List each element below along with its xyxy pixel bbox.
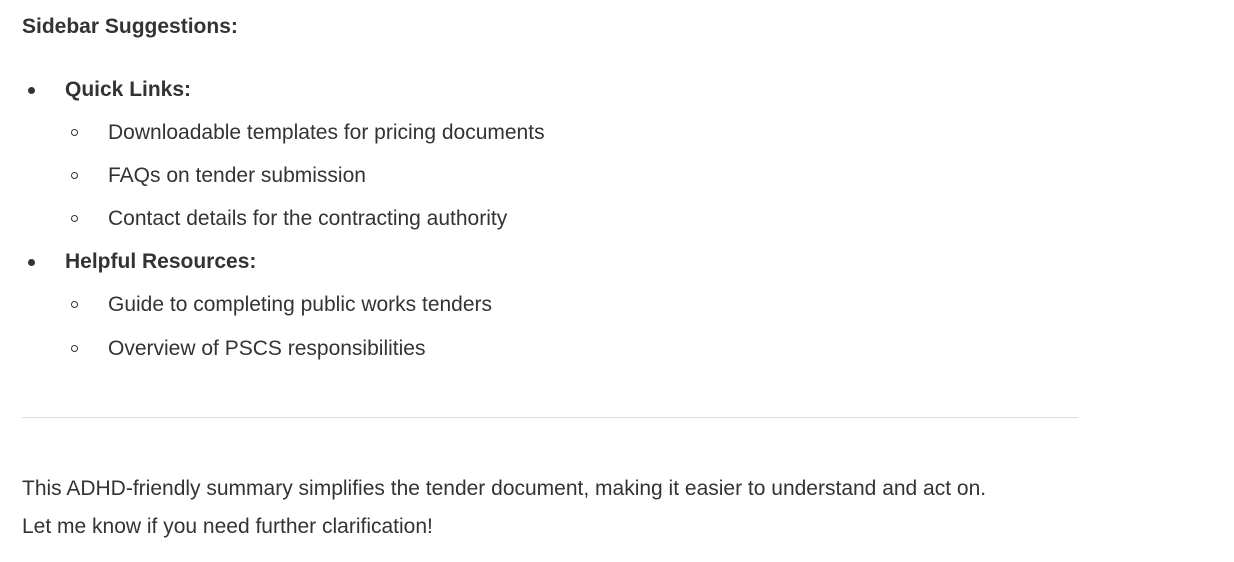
bullet-circle-icon <box>71 345 78 352</box>
bullet-circle-icon <box>71 301 78 308</box>
closing-line: Let me know if you need further clarific… <box>22 515 433 538</box>
list-item-text: Guide to completing public works tenders <box>108 293 493 316</box>
bullet-disc-icon <box>28 87 35 94</box>
closing-line: This ADHD-friendly summary simplifies th… <box>22 477 987 500</box>
bullet-disc-icon <box>28 259 35 266</box>
bullet-circle-icon <box>71 129 78 136</box>
section-label: Quick Links: <box>65 78 192 101</box>
list-item-text: FAQs on tender submission <box>108 164 366 187</box>
list-item-text: Overview of PSCS responsibilities <box>108 337 426 360</box>
bullet-circle-icon <box>71 215 78 222</box>
sidebar-suggestions-heading: Sidebar Suggestions: <box>22 15 238 38</box>
closing-paragraph: This ADHD-friendly summary simplifies th… <box>22 470 1122 546</box>
bullet-circle-icon <box>71 172 78 179</box>
list-item-text: Contact details for the contracting auth… <box>108 207 508 230</box>
list-item-text: Downloadable templates for pricing docum… <box>108 121 545 144</box>
horizontal-divider <box>22 417 1078 418</box>
section-label: Helpful Resources: <box>65 250 257 273</box>
